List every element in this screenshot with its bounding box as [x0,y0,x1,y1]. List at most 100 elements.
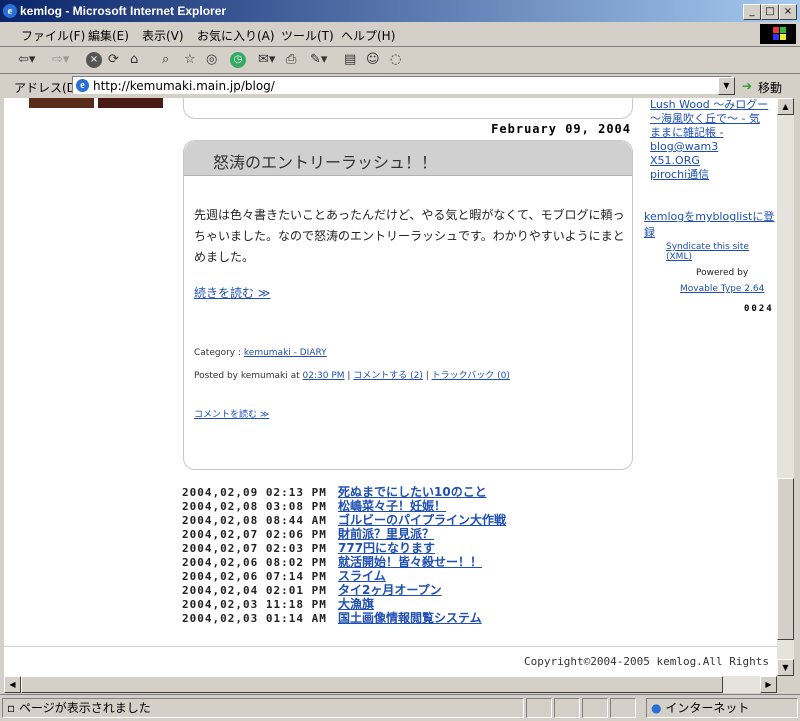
messenger-icon[interactable]: ☺ [366,52,380,67]
sidebar-link[interactable]: blog@wam3 [650,140,770,154]
go-button[interactable]: 移動 [758,79,782,96]
mail-icon[interactable]: ✉▾ [258,52,275,67]
address-label: アドレス(D) [14,81,81,95]
search-icon[interactable]: ⌕ [162,52,169,67]
scroll-up-icon[interactable]: ▲ [777,98,794,115]
menu-tools[interactable]: ツール(T) [281,27,334,44]
list-item: 2004,02,03 01:14 AM 国土画像情報閲覧システム [182,609,632,625]
status-cell [526,698,552,718]
scroll-down-icon[interactable]: ▼ [777,659,794,676]
read-more-link[interactable]: 続きを読む ≫ [194,284,270,301]
refresh-icon[interactable]: ⟳ [108,52,119,67]
category-label: Category : [194,348,242,358]
status-bar: ▫ ページが表示されました ● インターネット [0,694,800,721]
read-comments-link[interactable]: コメントを読む ≫ [194,407,269,420]
status-cell [610,698,636,718]
trackback-link[interactable]: トラックバック (0) [432,371,510,381]
entry-body: 先週は色々書きたいことあったんだけど、やる気と暇がなくて、モブログに頼っちゃいま… [194,208,625,264]
sidebar-link[interactable]: X51.ORG [650,154,770,168]
edit-icon[interactable]: ✎▾ [310,52,327,67]
go-arrow-icon[interactable]: ➔ [742,79,752,93]
visitor-counter: 0024 [744,304,774,314]
address-bar: アドレス(D) e http://kemumaki.main.jp/blog/ … [0,73,800,98]
address-dropdown[interactable]: ▼ [718,77,735,95]
status-text-box: ▫ ページが表示されました [2,698,524,718]
back-icon[interactable]: ⇦▾ [18,52,35,67]
research-icon[interactable]: ◌ [390,52,401,67]
permalink-time[interactable]: 02:30 PM [303,371,345,381]
print-icon[interactable]: ⎙ [286,52,296,67]
category-link[interactable]: kemumaki - DIARY [244,348,327,358]
page-viewport: February 09, 2004 怒涛のエントリーラッシュ！！ 先週は色々書き… [4,98,777,676]
zone-text: インターネット [665,701,750,715]
home-icon[interactable]: ⌂ [130,52,138,67]
favorites-icon[interactable]: ☆ [184,52,196,67]
sidebar-link[interactable]: pirochi通信 [650,168,770,182]
menu-file[interactable]: ファイル(F) [21,27,85,44]
list-item: 2004,02,06 07:14 PM スライム [182,567,632,583]
ie-icon: e [3,4,17,18]
list-item: 2004,02,07 02:06 PM 財前派？里見派？ [182,525,632,541]
previous-entry-card [183,98,633,119]
entry-card: 怒涛のエントリーラッシュ！！ 先週は色々書きたいことあったんだけど、やる気と暇が… [183,140,633,470]
zone-box: ● インターネット [646,698,798,718]
recent-link[interactable]: 国土画像情報閲覧システム [338,611,482,625]
scroll-left-icon[interactable]: ◀ [4,676,21,693]
list-item: 2004,02,03 11:18 PM 大漁旗 [182,595,632,611]
toolbar: ⇦▾ ⇨▾ × ⟳ ⌂ ⌕ ☆ ◎ ◷ ✉▾ ⎙ ✎▾ ▤ ☺ ◌ [0,46,800,74]
powered-by-label: Powered by [696,268,749,278]
sidebar-link[interactable]: Lush Wood ～みログー [650,98,770,112]
copyright-footer: Copyright©2004-2005 kemlog.All Rights re… [524,655,777,668]
maximize-button[interactable]: □ [761,4,779,20]
vertical-scrollbar[interactable]: ▲ ▼ [777,98,794,676]
comments-link[interactable]: コメントする (2) [353,371,423,381]
status-cell [554,698,580,718]
movable-type-link[interactable]: Movable Type 2.64 [680,284,764,294]
entry-header: 怒涛のエントリーラッシュ！！ [184,141,632,176]
minimize-button[interactable]: _ [743,4,761,20]
posted-by: Posted by kemumaki at [194,371,300,381]
globe-icon: ● [651,701,662,715]
discuss-icon[interactable]: ▤ [344,52,356,67]
address-input[interactable]: e http://kemumaki.main.jp/blog/ [72,76,732,94]
menu-edit[interactable]: 編集(E) [88,27,129,44]
horizontal-scrollbar[interactable]: ◀ ▶ [4,676,777,693]
scroll-right-icon[interactable]: ▶ [760,676,777,693]
list-item: 2004,02,06 08:02 PM 就活開始！皆々殺せー！！ [182,553,632,569]
address-url: http://kemumaki.main.jp/blog/ [93,79,275,93]
horizontal-scroll-thumb[interactable] [21,676,723,693]
entry-posted-line: Posted by kemumaki at 02:30 PM | コメントする … [194,371,510,381]
title-bar: e kemlog - Microsoft Internet Explorer _… [0,0,800,22]
history-icon[interactable]: ◷ [230,52,246,68]
windows-logo-icon [760,24,796,44]
recent-date: 2004,02,03 01:14 AM [182,612,327,625]
footer-divider [4,646,777,647]
list-item: 2004,02,08 08:44 AM ゴルビーのパイプライン大作戦 [182,511,632,527]
sidebar-link[interactable]: 〜海風吹く丘で〜 - 気ままに雑記帳 - [650,112,770,140]
list-item: 2004,02,07 02:03 PM 777円になります [182,539,632,555]
status-cell [582,698,608,718]
vertical-scroll-thumb[interactable] [777,478,794,640]
sidebar-image-right [98,98,163,108]
recent-entries: 2004,02,09 02:13 PM 死ぬまでにしたい10のこと 2004,02… [182,483,632,625]
menu-bar: ファイル(F) 編集(E) 表示(V) お気に入り(A) ツール(T) ヘルプ(… [0,22,800,47]
close-button[interactable]: × [779,4,797,20]
entry-date: February 09, 2004 [491,122,631,136]
entry-title: 怒涛のエントリーラッシュ！！ [213,153,438,172]
menu-favorites[interactable]: お気に入り(A) [197,27,275,44]
page-status-icon: ▫ [7,701,16,715]
stop-icon[interactable]: × [86,52,102,68]
list-item: 2004,02,08 03:08 PM 松嶋菜々子！妊娠！ [182,497,632,513]
list-item: 2004,02,09 02:13 PM 死ぬまでにしたい10のこと [182,483,632,499]
page-icon: e [76,79,89,92]
sidebar-links: Lush Wood ～みログー 〜海風吹く丘で〜 - 気ままに雑記帳 - blo… [650,98,770,182]
forward-icon[interactable]: ⇨▾ [52,52,69,67]
entry-category-line: Category : kemumaki - DIARY [194,348,327,358]
list-item: 2004,02,04 02:01 PM タイ2ヶ月オープン [182,581,632,597]
mybloglist-link[interactable]: kemlogをmybloglistに登録 [644,208,777,240]
menu-help[interactable]: ヘルプ(H) [341,27,395,44]
status-text: ページが表示されました [18,701,151,715]
menu-view[interactable]: 表示(V) [142,27,184,44]
media-icon[interactable]: ◎ [206,52,217,67]
syndicate-link[interactable]: Syndicate this site (XML) [666,242,777,262]
